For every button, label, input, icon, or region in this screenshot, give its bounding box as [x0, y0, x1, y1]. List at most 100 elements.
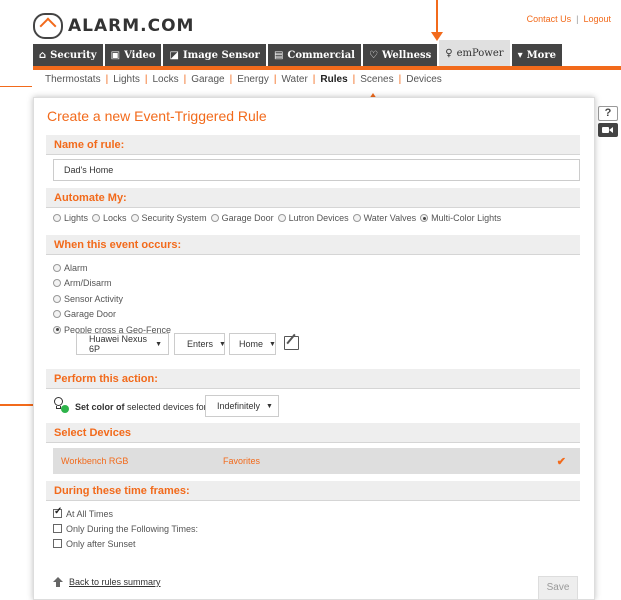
device-row[interactable]: Workbench RGB Favorites ✔ [53, 448, 580, 474]
checkbox-checked[interactable] [53, 506, 62, 518]
subnav-thermostats[interactable]: Thermostats [45, 74, 101, 85]
radio-button[interactable] [210, 214, 219, 222]
event-option-garage-door[interactable]: Garage Door [53, 307, 171, 323]
checkbox[interactable] [53, 539, 62, 548]
radio-button[interactable] [277, 214, 286, 222]
radio-button-selected[interactable] [420, 214, 429, 222]
tab-label: emPower [456, 47, 504, 59]
automate-option-garage-door[interactable]: Garage Door [210, 213, 274, 223]
automate-option-security-system[interactable]: Security System [130, 213, 207, 223]
automate-option-water-valves[interactable]: Water Valves [352, 213, 417, 223]
help-icon[interactable]: ? [598, 106, 618, 121]
tab-label: Commercial [287, 49, 355, 61]
geofence-direction-select[interactable]: Enters ▼ [174, 333, 226, 355]
time-option-all-times[interactable]: At All Times [53, 506, 198, 521]
event-option-alarm[interactable]: Alarm [53, 260, 171, 276]
option-label: Lights [64, 213, 89, 223]
select-value: Huawei Nexus 6P [89, 334, 148, 354]
action-bold: Set color of [75, 402, 125, 412]
edit-icon[interactable] [284, 336, 299, 350]
subnav-separator: | [273, 74, 277, 85]
radio-button[interactable] [53, 310, 61, 319]
radio-button[interactable] [130, 214, 139, 222]
select-value: Enters [187, 339, 214, 349]
video-help-icon[interactable] [598, 123, 618, 137]
tab-security[interactable]: ⌂ Security [33, 44, 103, 66]
radio-button[interactable] [53, 263, 61, 272]
alarm-com-logo[interactable]: ALARM.COM [33, 13, 194, 39]
tab-label: Image Sensor [182, 49, 260, 61]
tab-empower[interactable]: ♀ emPower [439, 40, 510, 66]
heart-icon: ♡ [368, 49, 378, 61]
tab-commercial[interactable]: ▤ Commercial [267, 44, 361, 66]
event-option-sensor-activity[interactable]: Sensor Activity [53, 291, 171, 307]
subnav-separator: | [229, 74, 233, 85]
bulb-icon: ♀ [445, 47, 453, 59]
decor-line [0, 86, 32, 87]
automate-option-locks[interactable]: Locks [92, 213, 127, 223]
caret-down-icon: ▾ [517, 49, 523, 61]
radio-button[interactable] [352, 214, 361, 222]
option-label: Lutron Devices [288, 213, 349, 223]
bulb-glass [54, 397, 63, 406]
tab-label: Video [124, 49, 156, 61]
option-label: Water Valves [363, 213, 417, 223]
time-option-after-sunset[interactable]: Only after Sunset [53, 536, 198, 551]
geofence-device-select[interactable]: Huawei Nexus 6P ▼ [76, 333, 169, 355]
contact-us-link[interactable]: Contact Us [527, 14, 572, 24]
subnav-rules[interactable]: Rules [320, 74, 347, 85]
option-label: Security System [141, 213, 207, 223]
back-link-label: Back to rules summary [69, 577, 161, 587]
radio-button[interactable] [53, 294, 61, 303]
rule-name-input[interactable]: Dad's Home [53, 159, 580, 181]
radio-button-selected[interactable] [53, 325, 61, 334]
event-option-arm-disarm[interactable]: Arm/Disarm [53, 276, 171, 292]
radio-button[interactable] [53, 214, 61, 222]
option-label: At All Times [66, 508, 114, 519]
subnav-separator: | [105, 74, 109, 85]
home-icon: ⌂ [39, 49, 47, 61]
event-options: Alarm Arm/Disarm Sensor Activity Garage … [53, 260, 171, 338]
subnav-locks[interactable]: Locks [152, 74, 178, 85]
tab-video[interactable]: ▣ Video [104, 44, 162, 66]
tab-more[interactable]: ▾ More [511, 44, 562, 66]
subnav-lights[interactable]: Lights [113, 74, 140, 85]
option-label: Garage Door [64, 309, 117, 320]
radio-button[interactable] [53, 279, 61, 288]
subnav-energy[interactable]: Energy [237, 74, 269, 85]
checkbox[interactable] [53, 524, 62, 533]
tab-wellness[interactable]: ♡ Wellness [362, 44, 438, 66]
top-links: Contact Us | Logout [527, 14, 611, 24]
geofence-location-select[interactable]: Home ▼ [229, 333, 276, 355]
section-time-frames: During these time frames: [46, 481, 580, 501]
time-option-following-times[interactable]: Only During the Following Times: [53, 521, 198, 536]
subnav-devices[interactable]: Devices [406, 74, 442, 85]
automate-option-lights[interactable]: Lights [53, 213, 88, 223]
option-label: Alarm [64, 262, 88, 273]
subnav-separator: | [352, 74, 356, 85]
subnav-separator: | [144, 74, 148, 85]
radio-button[interactable] [92, 214, 101, 222]
checkmark-icon: ✔ [556, 455, 566, 468]
tab-underline-bar [33, 66, 621, 70]
duration-select[interactable]: Indefinitely ▼ [205, 395, 279, 417]
subnav-water[interactable]: Water [281, 74, 307, 85]
main-tabs: ⌂ Security ▣ Video ◪ Image Sensor ▤ Commerci… [33, 40, 564, 66]
subnav-garage[interactable]: Garage [191, 74, 224, 85]
option-label: Locks [103, 213, 127, 223]
save-button[interactable]: Save [538, 576, 578, 600]
back-arrow-icon [53, 577, 63, 587]
automate-option-lutron-devices[interactable]: Lutron Devices [277, 213, 349, 223]
logout-link[interactable]: Logout [583, 14, 611, 24]
device-group: Favorites [223, 456, 261, 466]
section-select-devices: Select Devices [46, 423, 580, 443]
back-to-rules-link[interactable]: Back to rules summary [53, 577, 161, 587]
annotation-arrow-empower [431, 0, 443, 41]
sub-navigation: Thermostats | Lights | Locks | Garage | Ener… [40, 74, 447, 85]
tab-image-sensor[interactable]: ◪ Image Sensor [163, 44, 266, 66]
building-icon: ▤ [273, 49, 284, 61]
video-icon: ▣ [110, 49, 121, 61]
automate-option-multi-color-lights[interactable]: Multi-Color Lights [420, 213, 501, 223]
subnav-scenes[interactable]: Scenes [360, 74, 393, 85]
section-name-of-rule: Name of rule: [46, 135, 580, 155]
